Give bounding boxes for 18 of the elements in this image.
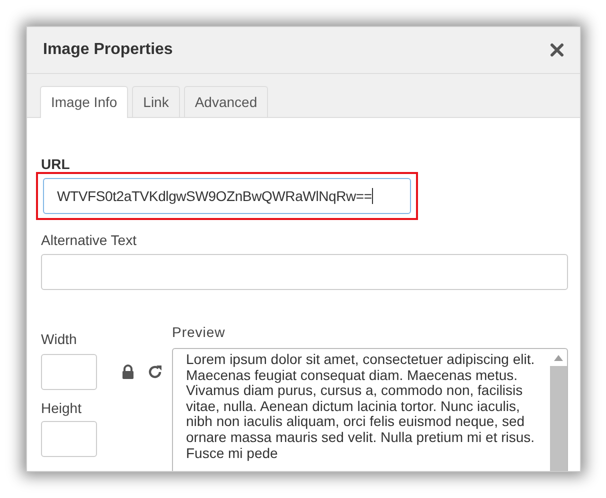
field-label: Alternative Text bbox=[41, 232, 138, 248]
height-input[interactable] bbox=[41, 421, 97, 457]
scroll-up-icon[interactable] bbox=[554, 355, 563, 361]
url-input[interactable]: WTVFS0t2aTVKdlgwSW9OZnBwQWRaWlNqRw== bbox=[43, 178, 411, 214]
refresh-icon[interactable] bbox=[147, 364, 163, 380]
tab[interactable]: Link bbox=[132, 86, 180, 117]
dialog-title: Image Properties bbox=[43, 41, 173, 59]
field-label: Preview bbox=[172, 324, 226, 340]
width-input[interactable] bbox=[41, 354, 97, 390]
close-icon[interactable] bbox=[550, 43, 564, 57]
alternative-text-input[interactable] bbox=[41, 254, 568, 290]
field-label: Width bbox=[41, 331, 78, 347]
field-label: URL bbox=[41, 156, 71, 172]
tab[interactable]: Image Info bbox=[40, 86, 128, 118]
tab[interactable]: Advanced bbox=[184, 86, 268, 117]
field-label: Height bbox=[41, 400, 82, 416]
preview-text: Lorem ipsum dolor sit amet, consectetuer adipiscing elit. Maecenas feugiat consequat diam. Maecenas metus. Vivamus diam purus, cursus a, commodo non, facilisis vitae, nulla. Aenean dictum lacinia tortor. Nunc iaculis, nibh non iaculis aliquam, orci felis euismod neque, sed ornare massa mauris sed velit. Nulla pretium mi et risus. Fusce mi pede bbox=[185, 350, 536, 463]
lock-icon[interactable] bbox=[121, 364, 135, 380]
